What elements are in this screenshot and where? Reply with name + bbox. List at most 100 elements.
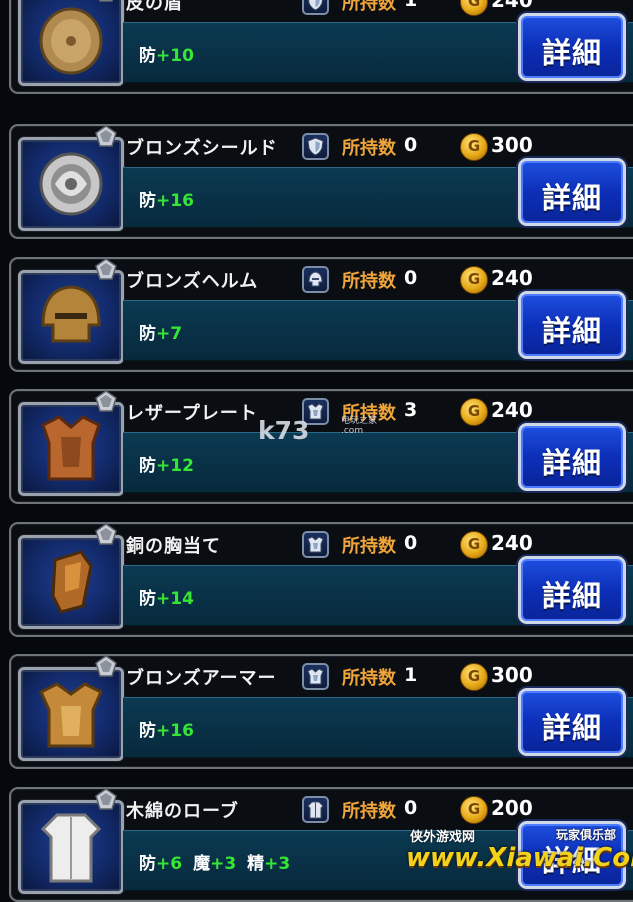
owned-label: 所持数 xyxy=(342,801,396,822)
gil-coin-icon: G xyxy=(460,266,488,294)
stat-value: +12 xyxy=(156,456,194,476)
details-button[interactable]: 詳細 xyxy=(518,158,626,226)
details-button[interactable]: 詳細 xyxy=(518,688,626,756)
item-thumbnail xyxy=(18,535,124,629)
rarity-gem-icon xyxy=(95,125,117,147)
item-price: 240 xyxy=(491,398,533,422)
item-price: 240 xyxy=(491,0,533,12)
owned-count: 0 xyxy=(404,797,418,819)
details-button-label: 詳細 xyxy=(541,579,602,613)
item-price: 240 xyxy=(491,266,533,290)
bronze-helm-icon xyxy=(41,285,101,343)
details-button-label: 詳細 xyxy=(541,314,602,348)
gil-coin-icon: G xyxy=(460,0,488,16)
details-button-label: 詳細 xyxy=(541,446,602,480)
stat-label: 防 xyxy=(139,456,156,476)
rarity-gem-icon xyxy=(98,0,114,2)
gil-coin-icon: G xyxy=(460,531,488,559)
stat-label: 防 xyxy=(139,589,156,609)
stat-value: +14 xyxy=(156,589,194,609)
stat-label: 防 xyxy=(139,854,156,874)
helmet-icon xyxy=(308,271,323,287)
watermark-xiawai-url: www.Xiawai.Com xyxy=(406,843,633,873)
bronze-shield-icon xyxy=(39,152,103,216)
owned-count: 1 xyxy=(404,664,418,686)
stat-list: 防+7 xyxy=(139,319,193,344)
rarity-gem-icon xyxy=(95,655,117,677)
owned-label: 所持数 xyxy=(342,271,396,292)
item-card-5[interactable]: 銅の胸当て 所持数 0 G 240 防+14 詳細 xyxy=(9,522,633,637)
robe-icon xyxy=(307,801,324,819)
stat-label: 魔 xyxy=(193,854,211,874)
item-name: レザープレート xyxy=(126,403,258,424)
coin-glyph: G xyxy=(467,137,481,155)
slot-type-badge xyxy=(302,133,329,160)
equipment-shop-list: 皮の盾 所持数 1 G 240 防+10 詳細 ブロンズシールド 所持数 0 G… xyxy=(0,0,633,902)
owned-count: 0 xyxy=(404,267,418,289)
coin-glyph: G xyxy=(467,0,481,10)
bronze-armor-icon xyxy=(39,682,103,748)
stat-value: +10 xyxy=(156,46,194,66)
stat-label: 精 xyxy=(247,854,265,874)
stat-value: +3 xyxy=(264,854,291,874)
details-button-label: 詳細 xyxy=(541,181,602,215)
owned-count: 0 xyxy=(404,134,418,156)
rarity-gem-icon xyxy=(95,258,117,280)
coin-glyph: G xyxy=(467,535,481,553)
copper-breastplate-icon xyxy=(51,550,93,614)
armor-icon xyxy=(307,536,324,553)
rarity-gem-icon xyxy=(95,523,117,545)
item-thumbnail xyxy=(18,667,124,761)
details-button[interactable]: 詳細 xyxy=(518,291,626,359)
item-card-2[interactable]: ブロンズシールド 所持数 0 G 300 防+16 詳細 xyxy=(9,124,633,239)
stat-label: 防 xyxy=(139,191,156,211)
stat-label: 防 xyxy=(139,46,156,66)
item-card-3[interactable]: ブロンズヘルム 所持数 0 G 240 防+7 詳細 xyxy=(9,257,633,372)
slot-type-badge xyxy=(302,531,329,558)
rarity-gem-icon xyxy=(95,788,117,810)
item-thumbnail xyxy=(18,800,124,894)
leather-shield-icon xyxy=(39,7,103,75)
stat-value: +16 xyxy=(156,721,194,741)
stat-list: 防+16 xyxy=(139,716,205,741)
owned-count: 0 xyxy=(404,532,418,554)
gil-coin-icon: G xyxy=(460,133,488,161)
details-button[interactable]: 詳細 xyxy=(518,556,626,624)
stat-list: 防+14 xyxy=(139,584,205,609)
watermark-k73-domain: .com xyxy=(341,426,364,436)
stat-value: +6 xyxy=(156,854,183,874)
item-name: 皮の盾 xyxy=(126,0,183,14)
shield-icon xyxy=(308,0,323,11)
armor-icon xyxy=(307,668,324,685)
owned-count: 1 xyxy=(404,0,418,11)
owned-count: 3 xyxy=(404,399,418,421)
item-card-1[interactable]: 皮の盾 所持数 1 G 240 防+10 詳細 xyxy=(9,0,633,94)
coin-glyph: G xyxy=(467,270,481,288)
stat-label: 防 xyxy=(139,721,156,741)
details-button-label: 詳細 xyxy=(541,711,602,745)
item-thumbnail xyxy=(18,0,124,86)
rarity-gem-icon xyxy=(95,390,117,412)
item-thumbnail xyxy=(18,402,124,496)
coin-glyph: G xyxy=(467,667,481,685)
watermark-xiawai-right: 玩家俱乐部 xyxy=(556,828,617,842)
stat-list: 防+10 xyxy=(139,41,205,66)
gil-coin-icon: G xyxy=(460,796,488,824)
stat-value: +3 xyxy=(210,854,237,874)
slot-type-badge xyxy=(302,266,329,293)
owned-label: 所持数 xyxy=(342,536,396,557)
gil-coin-icon: G xyxy=(460,398,488,426)
item-name: 木綿のローブ xyxy=(126,801,239,822)
item-price: 240 xyxy=(491,531,533,555)
item-card-6[interactable]: ブロンズアーマー 所持数 1 G 300 防+16 詳細 xyxy=(9,654,633,769)
details-button[interactable]: 詳細 xyxy=(518,423,626,491)
owned-label: 所持数 xyxy=(342,0,396,14)
item-card-4[interactable]: レザープレート 所持数 3 G 240 防+12 詳細 xyxy=(9,389,633,504)
details-button-label: 詳細 xyxy=(541,36,602,70)
coin-glyph: G xyxy=(467,800,481,818)
details-button[interactable]: 詳細 xyxy=(518,13,626,81)
coin-glyph: G xyxy=(467,402,481,420)
item-price: 200 xyxy=(491,796,533,820)
owned-label: 所持数 xyxy=(342,138,396,159)
watermark-k73-sub: 电玩之家 xyxy=(341,416,378,426)
